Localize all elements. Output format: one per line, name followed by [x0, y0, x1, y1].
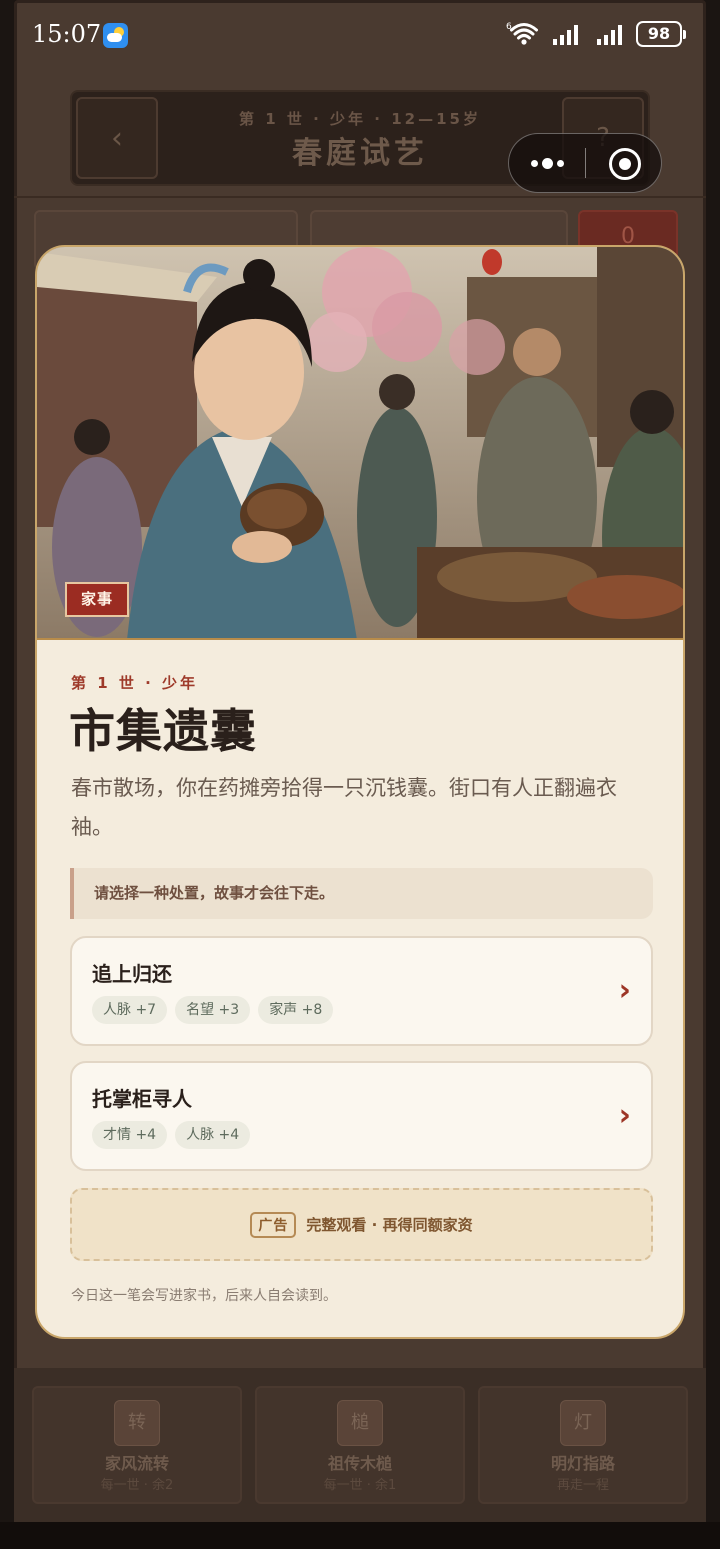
choice-label: 追上归还: [92, 962, 172, 986]
choice-hint: 请选择一种处置，故事才会往下走。: [70, 868, 653, 919]
close-target-icon[interactable]: [609, 148, 641, 180]
capsule-divider: [585, 148, 586, 178]
background-divider: [14, 196, 706, 198]
background-tool-2: 槌 祖传木槌 每一世 · 余1: [255, 1386, 465, 1504]
event-illustration: 家事: [37, 247, 683, 640]
tool-sub: 每一世 · 余1: [323, 1478, 397, 1493]
status-time: 15:07: [32, 20, 102, 48]
effect-tag: 人脉 +7: [92, 996, 168, 1024]
status-bar: 15:07 6 98: [0, 0, 720, 70]
tool-name: 家风流转: [104, 1454, 169, 1473]
miniprogram-capsule: [508, 133, 662, 193]
svg-text:6: 6: [506, 22, 512, 32]
tool-glyph: 槌: [337, 1400, 383, 1446]
bottom-strip: [0, 1522, 720, 1549]
event-title: 市集遗囊: [69, 704, 257, 758]
more-dots-icon[interactable]: [509, 134, 585, 192]
signal-icon: [553, 25, 578, 45]
choice-return-pouch[interactable]: 追上归还 人脉 +7 名望 +3 家声 +8 ›: [70, 936, 653, 1046]
wifi-6-icon: 6: [506, 22, 538, 45]
chevron-right-icon: ›: [618, 973, 631, 1008]
tool-glyph: 转: [114, 1400, 160, 1446]
tool-glyph: 灯: [560, 1400, 606, 1446]
watch-ad-button[interactable]: 广告 完整观看 · 再得同额家资: [70, 1188, 653, 1261]
effect-tag: 人脉 +4: [175, 1121, 251, 1149]
event-category-tag: 家事: [65, 582, 129, 617]
tool-sub: 每一世 · 余2: [100, 1478, 174, 1493]
event-description: 春市散场，你在药摊旁拾得一只沉钱囊。街口有人正翻遍衣袖。: [71, 776, 617, 839]
market-scene-illustration: [37, 247, 683, 638]
event-modal: 家事 第 1 世 · 少年 市集遗囊 春市散场，你在药摊旁拾得一只沉钱囊。街口有…: [35, 245, 685, 1339]
background-tool-1: 转 家风流转 每一世 · 余2: [32, 1386, 242, 1504]
tool-sub: 再走一程: [556, 1478, 609, 1493]
choice-ask-shopkeeper[interactable]: 托掌柜寻人 才情 +4 人脉 +4 ›: [70, 1061, 653, 1171]
weather-icon: [103, 23, 128, 48]
battery-icon: 98: [636, 21, 686, 47]
signal-icon: [597, 25, 622, 45]
tool-name: 祖传木槌: [327, 1454, 392, 1473]
effect-tag: 才情 +4: [92, 1121, 168, 1149]
ad-badge: 广告: [250, 1211, 297, 1238]
chevron-right-icon: ›: [618, 1098, 631, 1133]
choice-effects: 人脉 +7 名望 +3 家声 +8: [92, 996, 334, 1024]
life-stage-label: 第 1 世 · 少年: [71, 674, 199, 692]
effect-tag: 名望 +3: [175, 996, 251, 1024]
background-tool-3: 灯 明灯指路 再走一程: [478, 1386, 688, 1504]
choice-label: 托掌柜寻人: [92, 1087, 192, 1111]
choice-effects: 才情 +4 人脉 +4: [92, 1121, 251, 1149]
background-subtitle: 第 1 世 · 少年 · 12—15岁: [239, 110, 481, 128]
footnote: 今日这一笔会写进家书，后来人自会读到。: [71, 1288, 337, 1304]
tool-name: 明灯指路: [550, 1454, 615, 1473]
effect-tag: 家声 +8: [258, 996, 334, 1024]
ad-text: 完整观看 · 再得同额家资: [306, 1216, 473, 1234]
